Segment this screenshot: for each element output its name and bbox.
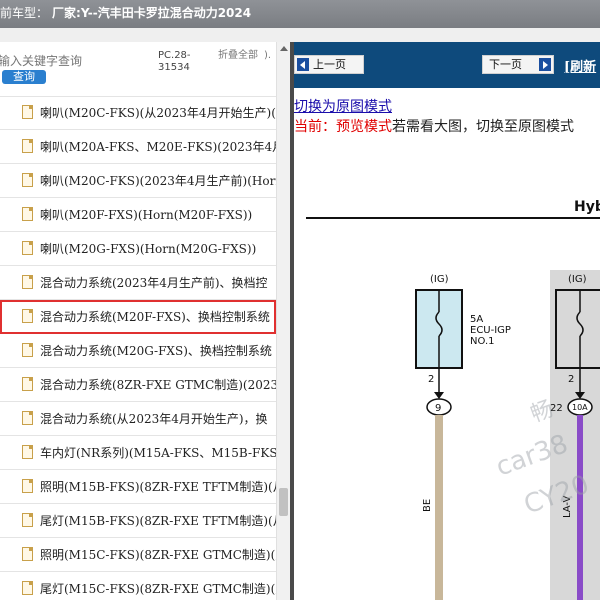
tree-item-label: 尾灯(M15C-FKS)(8ZR-FXE GTMC制造)(从 [40, 582, 276, 596]
status-current: 当前：预览模式 [294, 119, 392, 135]
search-button[interactable]: 查询 [2, 70, 46, 84]
vehicle-title: 厂家:Y--汽丰田卡罗拉混合动力2024 [52, 6, 252, 20]
document-icon [22, 275, 33, 289]
tree-item[interactable]: 尾灯(M15C-FKS)(8ZR-FXE GTMC制造)(从 [0, 572, 276, 600]
toolbar-strip [0, 28, 600, 42]
tree-item-label: 喇叭(M20C-FKS)(2023年4月生产前)(Horn [40, 174, 276, 188]
tree-item[interactable]: 照明(M15B-FKS)(8ZR-FXE TFTM制造)(从 [0, 470, 276, 504]
tree-item[interactable]: 喇叭(M20C-FKS)(从2023年4月开始生产)( [0, 96, 276, 130]
tree-item[interactable]: 喇叭(M20G-FXS)(Horn(M20G-FXS)) [0, 232, 276, 266]
prev-page-label: 上一页 [313, 58, 346, 71]
tree-item[interactable]: 喇叭(M20F-FXS)(Horn(M20F-FXS)) [0, 198, 276, 232]
tree-item-label: 混合动力系统(M20G-FXS)、换档控制系统 [40, 344, 272, 358]
scrollbar[interactable] [276, 42, 290, 600]
document-icon [22, 207, 33, 221]
document-icon [22, 377, 33, 391]
document-icon [22, 445, 33, 459]
fuse1-pin: 2 [428, 374, 434, 385]
left-panel: 查询 PC.28-31534 折叠全部 ). 喇叭(M20C-FKS)(从202… [0, 42, 290, 600]
fuse1-amp: 5A [470, 314, 483, 325]
document-icon [22, 173, 33, 187]
tree-item[interactable]: 混合动力系统(2023年4月生产前)、换档控 [0, 266, 276, 300]
tree-item-label: 混合动力系统(8ZR-FXE GTMC制造)(2023 [40, 378, 276, 392]
prev-page-button[interactable]: 上一页 [294, 55, 364, 74]
column-extra: ). [264, 50, 272, 61]
tree-list: 喇叭(M20C-FKS)(从2023年4月开始生产)( 喇叭(M20A-FKS、M… [0, 90, 276, 600]
switch-original-mode-link[interactable]: 切换为原图模式 [294, 96, 392, 116]
preview-status: 当前：预览模式若需看大图，切换至原图模式 [294, 116, 574, 136]
next-page-label: 下一页 [489, 58, 522, 71]
viewer-panel: 上一页 下一页 [刷新 切换为原图模式 当前：预览模式若需看大图，切换至原图模式… [294, 42, 600, 600]
document-icon [22, 105, 33, 119]
tree-item[interactable]: 混合动力系统(M20G-FXS)、换档控制系统 [0, 334, 276, 368]
tree-item-label: 照明(M15C-FKS)(8ZR-FXE GTMC制造)(从 [40, 548, 276, 562]
document-icon [22, 343, 33, 357]
document-icon [22, 411, 33, 425]
tree-item-label: 照明(M15B-FKS)(8ZR-FXE TFTM制造)(从 [40, 480, 276, 494]
wiring-diagram[interactable]: Hyb (IG) 5A ECU-IGP NO.1 2 9 BE (IG) 2 2… [294, 140, 600, 600]
fuse2-box[interactable] [555, 289, 600, 369]
tree-item-label: 车内灯(NR系列)(M15A-FKS、M15B-FKS [40, 446, 276, 460]
wire-la-v[interactable] [577, 415, 583, 600]
document-icon [22, 139, 33, 153]
tree-item-label: 混合动力系统(从2023年4月开始生产)，换 [40, 412, 268, 426]
search-input[interactable] [0, 52, 148, 70]
tree-item-label: 尾灯(M15B-FKS)(8ZR-FXE TFTM制造)(从 [40, 514, 276, 528]
tree-item-label: 喇叭(M20A-FKS、M20E-FKS)(2023年4月 [40, 140, 276, 154]
column-pc: PC.28-31534 [158, 50, 191, 73]
arrow-down-icon [434, 392, 444, 399]
fuse2-conn: 10A [572, 403, 588, 412]
collapse-all-link[interactable]: 折叠全部 [218, 50, 260, 62]
arrow-left-icon [297, 58, 309, 71]
status-hint: 若需看大图，切换至原图模式 [392, 119, 574, 135]
tree-item[interactable]: 喇叭(M20C-FKS)(2023年4月生产前)(Horn [0, 164, 276, 198]
scroll-up-icon[interactable] [280, 46, 288, 51]
tree-item[interactable]: 照明(M15C-FKS)(8ZR-FXE GTMC制造)(从 [0, 538, 276, 572]
fuse1-name1: ECU-IGP [470, 325, 511, 336]
tree-item-label: 喇叭(M20F-FXS)(Horn(M20F-FXS)) [40, 208, 253, 222]
tree-item[interactable]: 车内灯(NR系列)(M15A-FKS、M15B-FKS [0, 436, 276, 470]
tree-item[interactable]: 喇叭(M20A-FKS、M20E-FKS)(2023年4月 [0, 130, 276, 164]
refresh-link[interactable]: [刷新 [564, 56, 596, 75]
tree-item-label: 喇叭(M20C-FKS)(从2023年4月开始生产)( [40, 106, 276, 120]
tree-item[interactable]: 混合动力系统(从2023年4月开始生产)，换 [0, 402, 276, 436]
fuse1-tag: (IG) [430, 274, 449, 285]
fuse2-pin: 2 [568, 374, 574, 385]
document-icon [22, 581, 33, 595]
tree-item[interactable]: 尾灯(M15B-FKS)(8ZR-FXE TFTM制造)(从 [0, 504, 276, 538]
document-icon [22, 309, 33, 323]
title-bar: 前车型： 厂家:Y--汽丰田卡罗拉混合动力2024 [0, 0, 600, 28]
fuse1-name2: NO.1 [470, 336, 495, 347]
viewer-nav-bar: 上一页 下一页 [刷新 [294, 42, 600, 88]
tree-item[interactable]: 混合动力系统(M20F-FXS)、换档控制系统 [0, 300, 276, 334]
document-icon [22, 479, 33, 493]
tree-item-label: 混合动力系统(2023年4月生产前)、换档控 [40, 276, 268, 290]
arrow-right-icon [539, 58, 551, 71]
search-row: 查询 PC.28-31534 折叠全部 ). [0, 42, 290, 90]
scroll-thumb[interactable] [279, 488, 288, 516]
next-page-button[interactable]: 下一页 [482, 55, 554, 74]
tree-item-label: 喇叭(M20G-FXS)(Horn(M20G-FXS)) [40, 242, 257, 256]
fuse2-tag: (IG) [568, 274, 587, 285]
diagram-header: Hyb [574, 199, 600, 215]
document-icon [22, 513, 33, 527]
tree-item-label: 混合动力系统(M20F-FXS)、换档控制系统 [40, 310, 270, 324]
tree-item[interactable]: 混合动力系统(8ZR-FXE GTMC制造)(2023 [0, 368, 276, 402]
document-icon [22, 547, 33, 561]
title-label: 前车型： [0, 6, 49, 20]
fuse1-conn: 9 [435, 403, 441, 414]
document-icon [22, 241, 33, 255]
wire-be-label: BE [422, 499, 433, 512]
wire-be[interactable] [435, 415, 443, 600]
